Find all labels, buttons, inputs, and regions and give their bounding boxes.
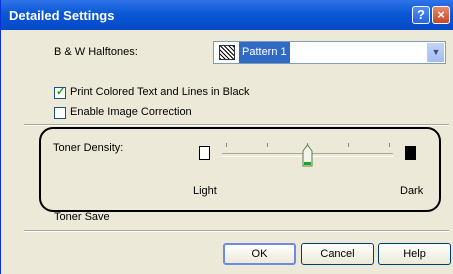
halftones-selected-value: Pattern 1 bbox=[239, 42, 290, 63]
print-colored-black-checkbox[interactable]: ✓ bbox=[54, 86, 66, 99]
help-button[interactable]: Help bbox=[378, 243, 451, 265]
image-correction-checkbox[interactable] bbox=[54, 107, 66, 119]
title-close-button[interactable]: × bbox=[432, 6, 450, 24]
separator bbox=[24, 124, 449, 126]
chevron-down-icon[interactable]: ▼ bbox=[427, 43, 444, 62]
cancel-button[interactable]: Cancel bbox=[301, 243, 374, 265]
slider-tick bbox=[267, 143, 268, 147]
toner-density-slider-thumb[interactable] bbox=[302, 143, 313, 167]
halftones-label: B & W Halftones: bbox=[54, 46, 138, 58]
ok-button[interactable]: OK bbox=[223, 243, 296, 265]
slider-tick bbox=[389, 143, 390, 147]
pattern-icon bbox=[219, 45, 235, 60]
title-bar[interactable]: Detailed Settings ? × bbox=[1, 0, 453, 30]
toner-save-label: Toner Save bbox=[54, 211, 110, 223]
dark-density-icon bbox=[405, 146, 416, 160]
toner-density-highlight bbox=[39, 127, 441, 212]
light-density-icon bbox=[199, 146, 210, 160]
dark-label: Dark bbox=[400, 185, 424, 197]
dialog-title: Detailed Settings bbox=[9, 8, 115, 23]
light-label: Light bbox=[193, 185, 217, 197]
title-help-button[interactable]: ? bbox=[412, 6, 430, 24]
separator bbox=[24, 230, 449, 232]
image-correction-label[interactable]: Enable Image Correction bbox=[70, 106, 192, 118]
toner-density-label: Toner Density: bbox=[53, 142, 124, 154]
print-colored-black-label[interactable]: Print Colored Text and Lines in Black bbox=[70, 86, 250, 98]
halftones-select[interactable]: Pattern 1 ▼ bbox=[213, 41, 446, 64]
detailed-settings-dialog: Detailed Settings ? × B & W Halftones: P… bbox=[0, 0, 453, 274]
slider-tick bbox=[348, 143, 349, 147]
checkmark-icon: ✓ bbox=[56, 86, 66, 98]
slider-tick bbox=[226, 143, 227, 147]
